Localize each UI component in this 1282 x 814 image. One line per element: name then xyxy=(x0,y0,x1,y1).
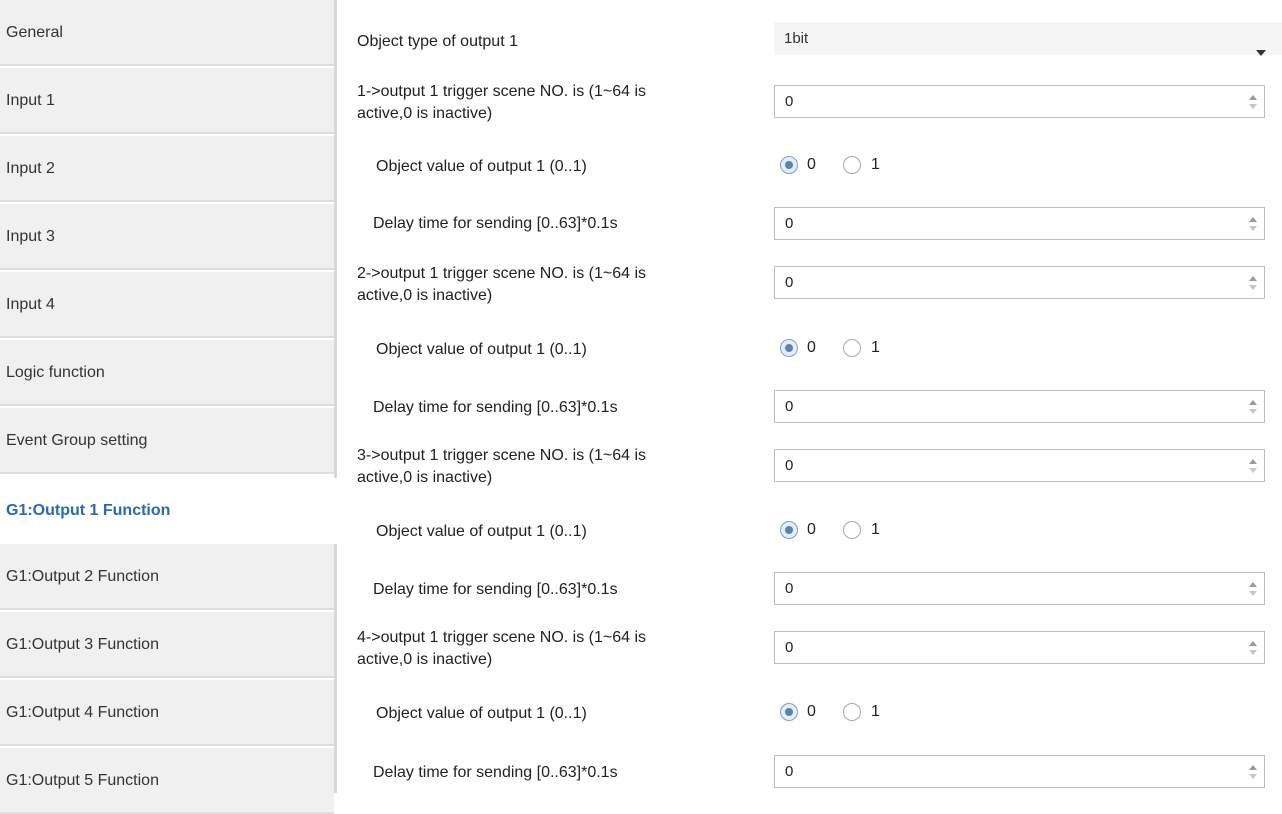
sidebar-item-logic-function[interactable]: Logic function xyxy=(0,340,334,406)
delay-time-label-2: Delay time for sending [0..63]*0.1s xyxy=(373,399,618,416)
sidebar-item-input-3[interactable]: Input 3 xyxy=(0,204,334,270)
delay-time-input-1[interactable]: 0 xyxy=(774,207,1265,240)
sidebar-item-general[interactable]: General xyxy=(0,0,334,66)
sidebar-item-input-1[interactable]: Input 1 xyxy=(0,68,334,134)
sidebar-item-label: Input 1 xyxy=(6,92,55,109)
trigger-scene-input-1[interactable]: 0 xyxy=(774,85,1265,118)
trigger-scene-input-4[interactable]: 0 xyxy=(774,631,1265,664)
spinner-arrows-icon[interactable] xyxy=(1248,579,1258,599)
radio-option-0[interactable] xyxy=(780,521,798,539)
sidebar-item-g1-output-3-function[interactable]: G1:Output 3 Function xyxy=(0,612,334,678)
delay-time-input-2[interactable]: 0 xyxy=(774,390,1265,423)
sidebar: General Input 1 Input 2 Input 3 Input 4 … xyxy=(0,0,334,814)
sidebar-item-label: Input 4 xyxy=(6,296,55,313)
radio-option-0[interactable] xyxy=(780,156,798,174)
spinner-arrows-icon[interactable] xyxy=(1248,397,1258,417)
radio-option-1[interactable] xyxy=(843,156,861,174)
sidebar-item-label: G1:Output 4 Function xyxy=(6,704,159,721)
delay-time-label-3: Delay time for sending [0..63]*0.1s xyxy=(373,581,618,598)
spinner-arrows-icon[interactable] xyxy=(1248,92,1258,112)
sidebar-item-g1-output-1-function[interactable]: G1:Output 1 Function xyxy=(0,478,334,544)
delay-time-label-4: Delay time for sending [0..63]*0.1s xyxy=(373,764,618,781)
object-value-label-3: Object value of output 1 (0..1) xyxy=(376,523,587,540)
sidebar-item-label: G1:Output 2 Function xyxy=(6,568,159,585)
object-value-label-2: Object value of output 1 (0..1) xyxy=(376,341,587,358)
sidebar-item-label: G1:Output 3 Function xyxy=(6,636,159,653)
trigger-scene-label-1: 1->output 1 trigger scene NO. is (1~64 i… xyxy=(357,83,647,122)
object-type-select[interactable]: 1bit xyxy=(774,22,1282,56)
trigger-scene-input-2[interactable]: 0 xyxy=(774,266,1265,299)
trigger-scene-label-3: 3->output 1 trigger scene NO. is (1~64 i… xyxy=(357,447,647,486)
sidebar-item-label: Input 2 xyxy=(6,160,55,177)
sidebar-item-g1-output-5-function[interactable]: G1:Output 5 Function xyxy=(0,748,334,814)
object-value-label-4: Object value of output 1 (0..1) xyxy=(376,705,587,722)
spinner-arrows-icon[interactable] xyxy=(1248,762,1258,782)
sidebar-item-input-2[interactable]: Input 2 xyxy=(0,136,334,202)
trigger-scene-label-2: 2->output 1 trigger scene NO. is (1~64 i… xyxy=(357,265,647,304)
sidebar-divider xyxy=(334,0,337,793)
object-type-value: 1bit xyxy=(784,30,809,47)
object-type-label: Object type of output 1 xyxy=(357,33,518,50)
sidebar-item-label: General xyxy=(6,24,63,41)
radio-option-0[interactable] xyxy=(780,703,798,721)
trigger-scene-label-4: 4->output 1 trigger scene NO. is (1~64 i… xyxy=(357,629,647,668)
delay-time-label-1: Delay time for sending [0..63]*0.1s xyxy=(373,215,618,232)
delay-time-input-4[interactable]: 0 xyxy=(774,755,1265,788)
sidebar-item-label: G1:Output 1 Function xyxy=(6,502,171,519)
spinner-arrows-icon[interactable] xyxy=(1248,638,1258,658)
radio-option-1[interactable] xyxy=(843,703,861,721)
trigger-scene-input-3[interactable]: 0 xyxy=(774,449,1265,482)
sidebar-item-label: G1:Output 5 Function xyxy=(6,772,159,789)
spinner-arrows-icon[interactable] xyxy=(1248,214,1258,234)
spinner-arrows-icon[interactable] xyxy=(1248,456,1258,476)
sidebar-item-g1-output-2-function[interactable]: G1:Output 2 Function xyxy=(0,544,334,610)
sidebar-item-g1-output-4-function[interactable]: G1:Output 4 Function xyxy=(0,680,334,746)
sidebar-item-event-group-setting[interactable]: Event Group setting xyxy=(0,408,334,474)
sidebar-item-label: Input 3 xyxy=(6,228,55,245)
chevron-down-icon xyxy=(1256,35,1266,68)
sidebar-item-input-4[interactable]: Input 4 xyxy=(0,272,334,338)
delay-time-input-3[interactable]: 0 xyxy=(774,572,1265,605)
spinner-arrows-icon[interactable] xyxy=(1248,273,1258,293)
sidebar-item-label: Event Group setting xyxy=(6,432,148,449)
radio-option-0[interactable] xyxy=(780,339,798,357)
radio-option-1[interactable] xyxy=(843,339,861,357)
radio-option-1[interactable] xyxy=(843,521,861,539)
sidebar-item-label: Logic function xyxy=(6,364,105,381)
object-value-label-1: Object value of output 1 (0..1) xyxy=(376,158,587,175)
